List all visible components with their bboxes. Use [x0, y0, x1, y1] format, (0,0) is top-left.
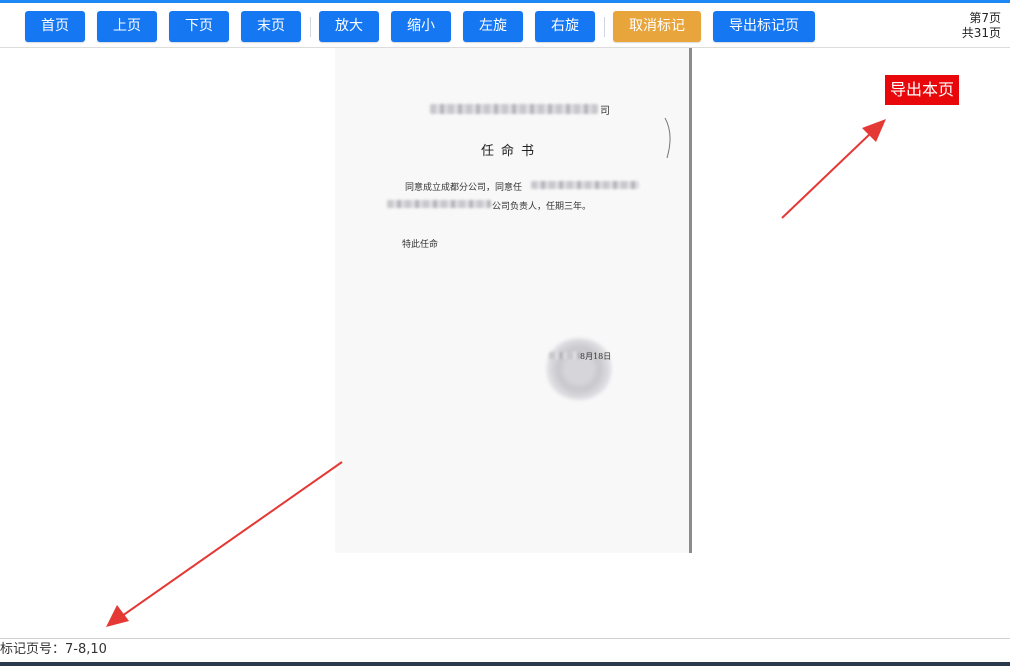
first-page-button[interactable]: 首页: [25, 11, 85, 42]
current-page-text: 第7页: [969, 11, 1001, 25]
taskbar-strip: [0, 662, 1010, 666]
toolbar-divider: [310, 17, 311, 37]
marked-pages-text: 标记页号：7-8,10: [0, 642, 107, 657]
total-pages-text: 共31页: [961, 26, 1001, 40]
arrow-to-export-page: [781, 131, 873, 219]
cancel-mark-button[interactable]: 取消标记: [613, 11, 701, 42]
toolbar-divider: [604, 17, 605, 37]
rotate-right-button[interactable]: 右旋: [535, 11, 595, 42]
status-bar: 标记页号：7-8,10: [0, 638, 1010, 662]
viewer-toolbar: 首页 上页 下页 末页 放大 缩小 左旋 右旋 取消标记 导出标记页 第7页 共…: [0, 3, 1010, 48]
arrow-head-status-bar: [106, 605, 129, 627]
document-viewer[interactable]: 司 任命书 同意成立成都分公司，同意任 公司负责人，任期三年。 特此任命 8月1…: [0, 48, 1010, 638]
annotation-arrows: [106, 119, 886, 627]
prev-page-button[interactable]: 上页: [97, 11, 157, 42]
zoom-in-button[interactable]: 放大: [319, 11, 379, 42]
rotate-left-button[interactable]: 左旋: [463, 11, 523, 42]
arrow-to-status-bar: [121, 461, 343, 617]
zoom-out-button[interactable]: 缩小: [391, 11, 451, 42]
page-indicator: 第7页 共31页: [962, 11, 1001, 41]
next-page-button[interactable]: 下页: [169, 11, 229, 42]
last-page-button[interactable]: 末页: [241, 11, 301, 42]
export-marked-pages-button[interactable]: 导出标记页: [713, 11, 815, 42]
